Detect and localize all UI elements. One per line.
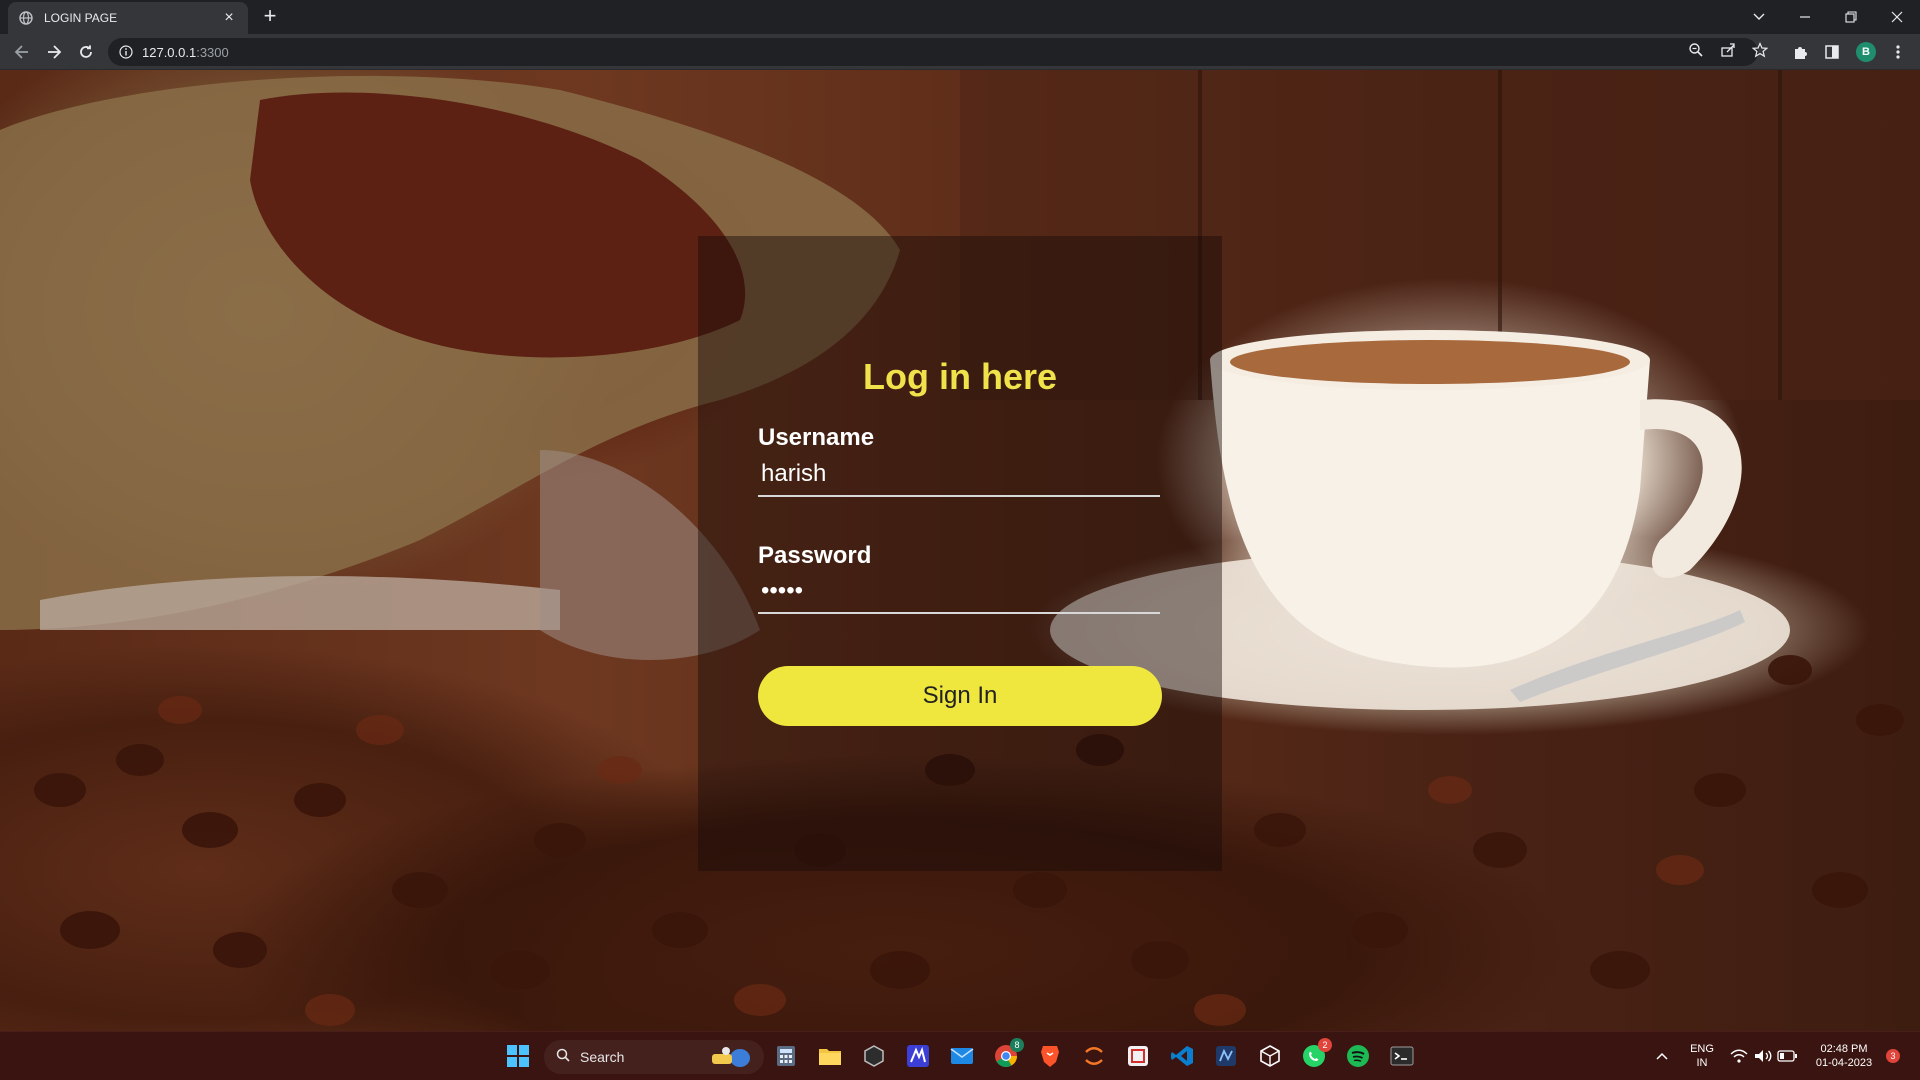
tab-title: LOGIN PAGE [44, 11, 118, 25]
app-icon-red-white[interactable] [1124, 1042, 1152, 1070]
tab-search-icon[interactable] [1736, 0, 1782, 34]
browser-menu-icon[interactable] [1888, 42, 1908, 62]
new-tab-button[interactable]: + [258, 5, 282, 29]
app-icon-dark-blue[interactable] [1212, 1042, 1240, 1070]
clock-time: 02:48 PM [1820, 1043, 1868, 1055]
language-line2: IN [1696, 1057, 1708, 1069]
spotify-icon[interactable] [1344, 1042, 1372, 1070]
clock-date: 01-04-2023 [1815, 1057, 1873, 1069]
clock[interactable]: 02:48 PM 01-04-2023 [1808, 1042, 1880, 1070]
url-host: 127.0.0.1 [142, 44, 197, 60]
file-explorer-icon[interactable] [816, 1042, 844, 1070]
profile-avatar[interactable]: B [1856, 42, 1876, 62]
password-label: Password [758, 542, 872, 569]
vscode-icon[interactable] [1168, 1042, 1196, 1070]
start-icon[interactable] [504, 1042, 532, 1070]
language-line1: ENG [1690, 1043, 1714, 1055]
reload-icon[interactable] [72, 39, 100, 65]
app-icon-cube[interactable] [860, 1042, 888, 1070]
username-label: Username [758, 424, 875, 451]
3d-viewer-icon[interactable] [1256, 1042, 1284, 1070]
url-port: :3300 [196, 44, 229, 60]
app-icon-blue[interactable] [904, 1042, 932, 1070]
sign-in-button[interactable]: Sign In [758, 666, 1162, 726]
minimize-button[interactable] [1782, 0, 1828, 34]
taskbar-search[interactable]: Search [544, 1040, 764, 1074]
page-viewport: Log in here Username Password Sign In [0, 70, 1920, 1031]
browser-toolbar: 127.0.0.1:3300 B [0, 34, 1920, 70]
browser-tab[interactable]: LOGIN PAGE × [8, 2, 248, 34]
calculator-icon[interactable] [772, 1042, 800, 1070]
language-indicator[interactable]: ENG IN [1686, 1042, 1718, 1070]
globe-icon [18, 10, 34, 26]
close-tab-icon[interactable]: × [220, 10, 238, 26]
search-label: Search [580, 1049, 625, 1065]
login-heading: Log in here [862, 356, 1057, 397]
jupyter-icon[interactable] [1080, 1042, 1108, 1070]
password-input[interactable] [758, 570, 1160, 614]
battery-icon[interactable] [1776, 1042, 1798, 1070]
username-input[interactable] [758, 453, 1160, 497]
site-info-icon[interactable] [118, 44, 134, 60]
notification-badge[interactable]: 3 [1886, 1049, 1900, 1063]
chevron-up-icon[interactable] [1652, 1042, 1672, 1070]
login-panel: Log in here Username Password Sign In [698, 236, 1222, 871]
chrome-badge: 8 [1010, 1038, 1024, 1052]
wifi-icon[interactable] [1728, 1042, 1750, 1070]
volume-icon[interactable] [1752, 1042, 1774, 1070]
extensions-icon[interactable] [1790, 42, 1810, 62]
address-bar[interactable]: 127.0.0.1:3300 [108, 38, 1758, 66]
windows-taskbar: Search 8 2 ENG IN 02:48 PM 01-04-2023 3 [0, 1031, 1920, 1080]
bookmark-star-icon[interactable] [1750, 40, 1770, 60]
zoom-icon[interactable] [1686, 40, 1706, 60]
forward-icon[interactable] [40, 39, 68, 65]
brave-icon[interactable] [1036, 1042, 1064, 1070]
search-highlight-icon [706, 1044, 754, 1075]
close-window-button[interactable] [1874, 0, 1920, 34]
browser-tab-bar: LOGIN PAGE × + [0, 0, 1920, 34]
back-icon[interactable] [8, 39, 36, 65]
search-icon [556, 1048, 570, 1067]
whatsapp-badge: 2 [1318, 1038, 1332, 1052]
mail-icon[interactable] [948, 1042, 976, 1070]
terminal-icon[interactable] [1388, 1042, 1416, 1070]
side-panel-icon[interactable] [1822, 42, 1842, 62]
restore-button[interactable] [1828, 0, 1874, 34]
share-icon[interactable] [1718, 40, 1738, 60]
